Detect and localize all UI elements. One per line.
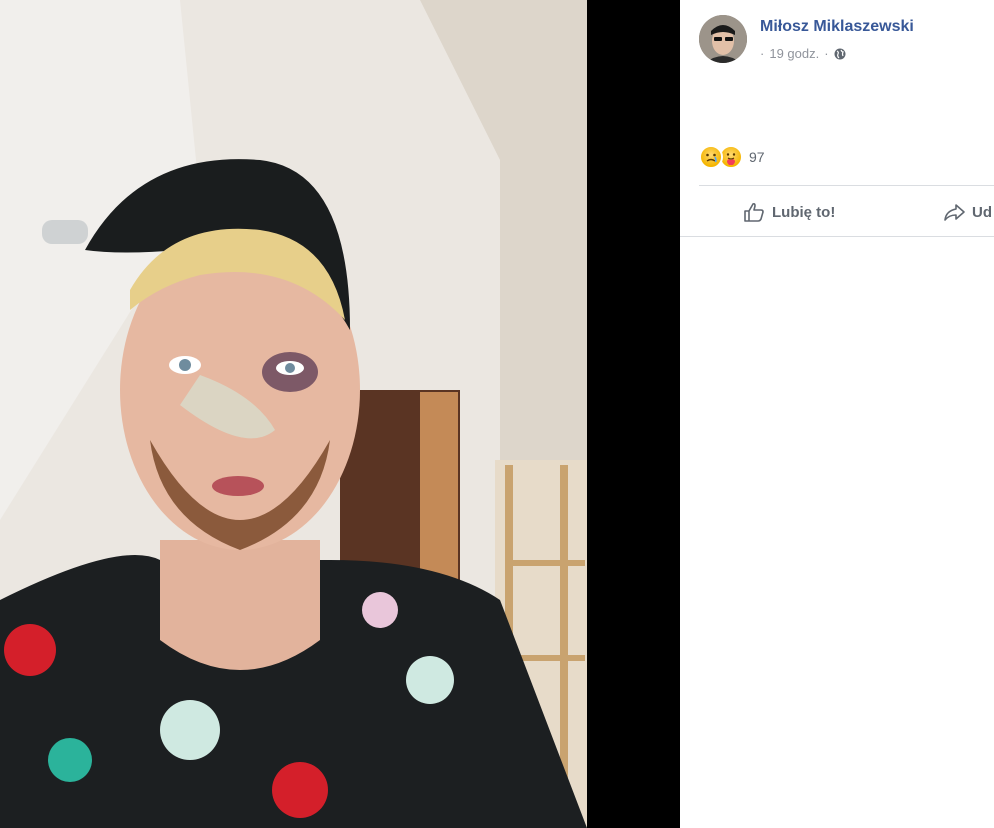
thumbs-up-icon	[744, 202, 764, 222]
photo-illustration	[0, 0, 587, 828]
author-avatar[interactable]	[699, 15, 747, 63]
meta-separator: ·	[760, 46, 765, 61]
reaction-count: 97	[749, 149, 765, 165]
post-photo[interactable]	[0, 0, 587, 828]
post-sidebar: Miłosz Miklaszewski · 19 godz. · 97 Lubi…	[680, 0, 994, 828]
share-icon	[944, 204, 965, 221]
divider	[680, 236, 994, 237]
avatar-picture	[699, 15, 747, 63]
photo-divider	[587, 0, 680, 828]
share-button[interactable]: Ud	[942, 200, 992, 224]
like-label: Lubię to!	[772, 203, 836, 221]
meta-separator-2: ·	[824, 46, 829, 61]
post-meta: · 19 godz. ·	[760, 46, 846, 61]
sad-reaction-icon	[699, 145, 723, 169]
author-name[interactable]: Miłosz Miklaszewski	[760, 18, 914, 36]
share-label: Ud	[972, 203, 992, 221]
like-button[interactable]: Lubię to!	[742, 200, 835, 224]
globe-icon[interactable]	[834, 48, 846, 60]
reactions-summary[interactable]: 97	[699, 145, 765, 169]
post-time[interactable]: 19 godz.	[769, 46, 819, 61]
divider	[699, 185, 994, 186]
